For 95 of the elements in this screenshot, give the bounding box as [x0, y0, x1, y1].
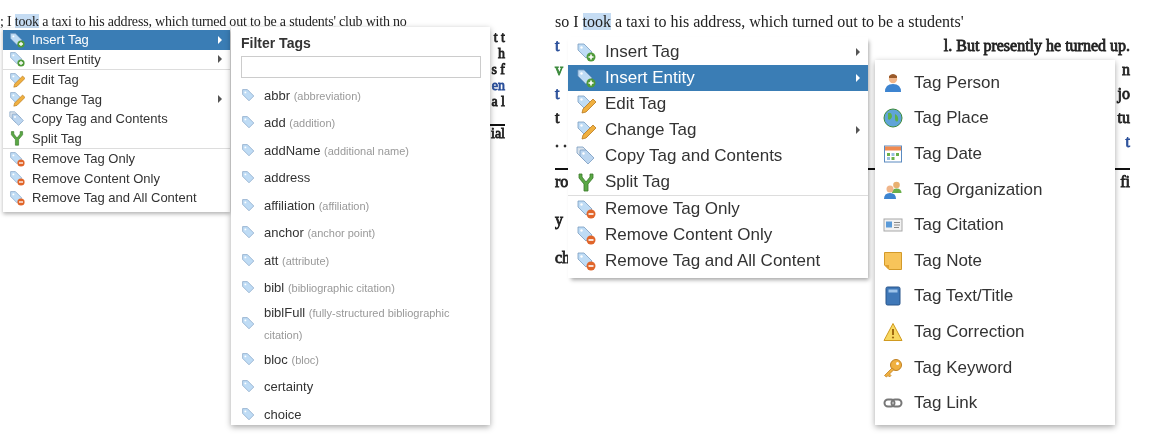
tag-icon [241, 252, 257, 269]
tag-minus-icon [576, 199, 596, 219]
tag-plus-icon [576, 42, 596, 62]
menu-item[interactable]: Remove Tag Only [568, 195, 868, 222]
menu-item[interactable]: Copy Tag and Contents [568, 143, 868, 169]
text-fragment: t [555, 84, 560, 104]
tag-item[interactable]: bibl (bibliographic citation) [241, 274, 482, 302]
person-icon [883, 72, 903, 93]
menu-item[interactable]: Remove Content Only [568, 222, 868, 248]
calendar-icon [883, 144, 903, 164]
text-fragment: y [555, 210, 563, 231]
menu-item[interactable]: Remove Tag and All Content [3, 188, 230, 208]
tag-item[interactable]: affiliation (affiliation) [241, 192, 482, 220]
menu-item[interactable]: Copy Tag and Contents [3, 109, 230, 129]
tag-item[interactable]: bloc (bloc) [241, 346, 482, 374]
menu-item[interactable]: Tag Note [875, 242, 1115, 279]
tag-icon [241, 316, 257, 332]
tag-item[interactable]: add (addition) [241, 109, 482, 137]
menu-item[interactable]: Tag Link [875, 385, 1115, 421]
tag-icon [241, 87, 257, 104]
tag-icon [241, 351, 257, 368]
text-fragment: ro [555, 172, 569, 192]
tag-plus-icon [9, 31, 25, 48]
menu-item[interactable]: Insert Tag [568, 39, 868, 65]
menu-item[interactable]: Change Tag [3, 89, 230, 109]
menu-item[interactable]: Tag Text/Title [875, 278, 1115, 315]
menu-item[interactable]: Insert Entity [568, 65, 868, 91]
tag-item[interactable]: choice [241, 401, 482, 425]
tag-item[interactable]: certainty [241, 373, 482, 401]
tag-icon [241, 197, 257, 214]
menu-item[interactable]: Tag Organization [875, 171, 1115, 208]
text-fragment: ial [491, 126, 505, 142]
tags-icon [9, 110, 25, 127]
menu-item[interactable]: Tag Person [875, 65, 1115, 101]
menu-item[interactable]: Split Tag [568, 169, 868, 195]
filter-title: Filter Tags [241, 35, 312, 51]
text-fragment: l. But presently he turned up. [943, 36, 1130, 57]
document-text: ; I took a taxi to his address, which turned out to be a students' club with no [0, 14, 407, 29]
globe-icon [883, 108, 903, 129]
filter-field[interactable] [241, 56, 481, 78]
text-fragment: t [555, 108, 560, 128]
menu-item[interactable]: Remove Tag Only [3, 148, 230, 169]
tag-minus-icon [576, 251, 596, 271]
fork-icon [576, 172, 596, 192]
book-icon [883, 286, 903, 307]
tag-pencil-icon [9, 91, 25, 108]
text-fragment: h [498, 46, 505, 62]
text-fragment: t [555, 36, 560, 56]
document-text: so I took a taxi to his address, which turned out to be a students' [555, 13, 964, 30]
tag-minus-icon [576, 225, 596, 245]
tag-item[interactable]: biblFull (fully-structured bibliographic citation) [241, 302, 482, 346]
text-fragment: a l [491, 94, 505, 110]
tag-item[interactable]: abbr (abbreviation) [241, 82, 482, 110]
text-fragment: tu [1117, 108, 1130, 128]
tag-plus-icon [576, 68, 596, 88]
menu-item[interactable]: Remove Tag and All Content [568, 248, 868, 274]
text-fragment: jo [1117, 84, 1130, 105]
warning-icon [883, 321, 903, 342]
text-fragment: t t [493, 30, 505, 46]
tag-pencil-icon [9, 71, 25, 88]
text-fragment: t [1125, 132, 1130, 152]
fork-icon [9, 130, 25, 147]
text-fragment: fi [1120, 172, 1130, 192]
tag-plus-icon [9, 51, 25, 68]
menu-item[interactable]: Tag Citation [875, 207, 1115, 243]
tag-minus-icon [9, 189, 25, 206]
menu-item[interactable]: Insert Tag [3, 30, 230, 50]
tag-minus-icon [9, 150, 25, 167]
tag-pencil-icon [576, 94, 596, 114]
text-fragment: n [1122, 60, 1130, 80]
key-icon [883, 357, 903, 378]
menu-item[interactable]: Tag Keyword [875, 349, 1115, 386]
text-fragment: s f [491, 62, 505, 78]
text-fragment: v [555, 60, 563, 80]
note-icon [883, 250, 903, 271]
text-fragment: en [491, 78, 505, 94]
tag-item[interactable]: anchor (anchor point) [241, 219, 482, 247]
tag-item[interactable]: att (attribute) [241, 247, 482, 275]
people-icon [883, 179, 903, 200]
menu-item[interactable]: Edit Tag [568, 91, 868, 117]
tag-icon [241, 142, 257, 159]
menu-item[interactable]: Tag Date [875, 136, 1115, 172]
menu-item[interactable]: Change Tag [568, 117, 868, 143]
menu-item[interactable]: Remove Content Only [3, 168, 230, 188]
text-fragment: . . [555, 132, 567, 152]
tag-pencil-icon [576, 120, 596, 140]
menu-item[interactable]: Edit Tag [3, 69, 230, 90]
menu-item[interactable]: Tag Place [875, 100, 1115, 137]
tag-item[interactable]: address [241, 164, 482, 192]
menu-item[interactable]: Insert Entity [3, 49, 230, 69]
menu-item[interactable]: Split Tag [3, 128, 230, 148]
tags-icon [576, 146, 596, 166]
tag-item[interactable]: addName (additional name) [241, 137, 482, 165]
menu-item[interactable]: Tag Correction [875, 314, 1115, 350]
tag-minus-icon [9, 170, 25, 187]
